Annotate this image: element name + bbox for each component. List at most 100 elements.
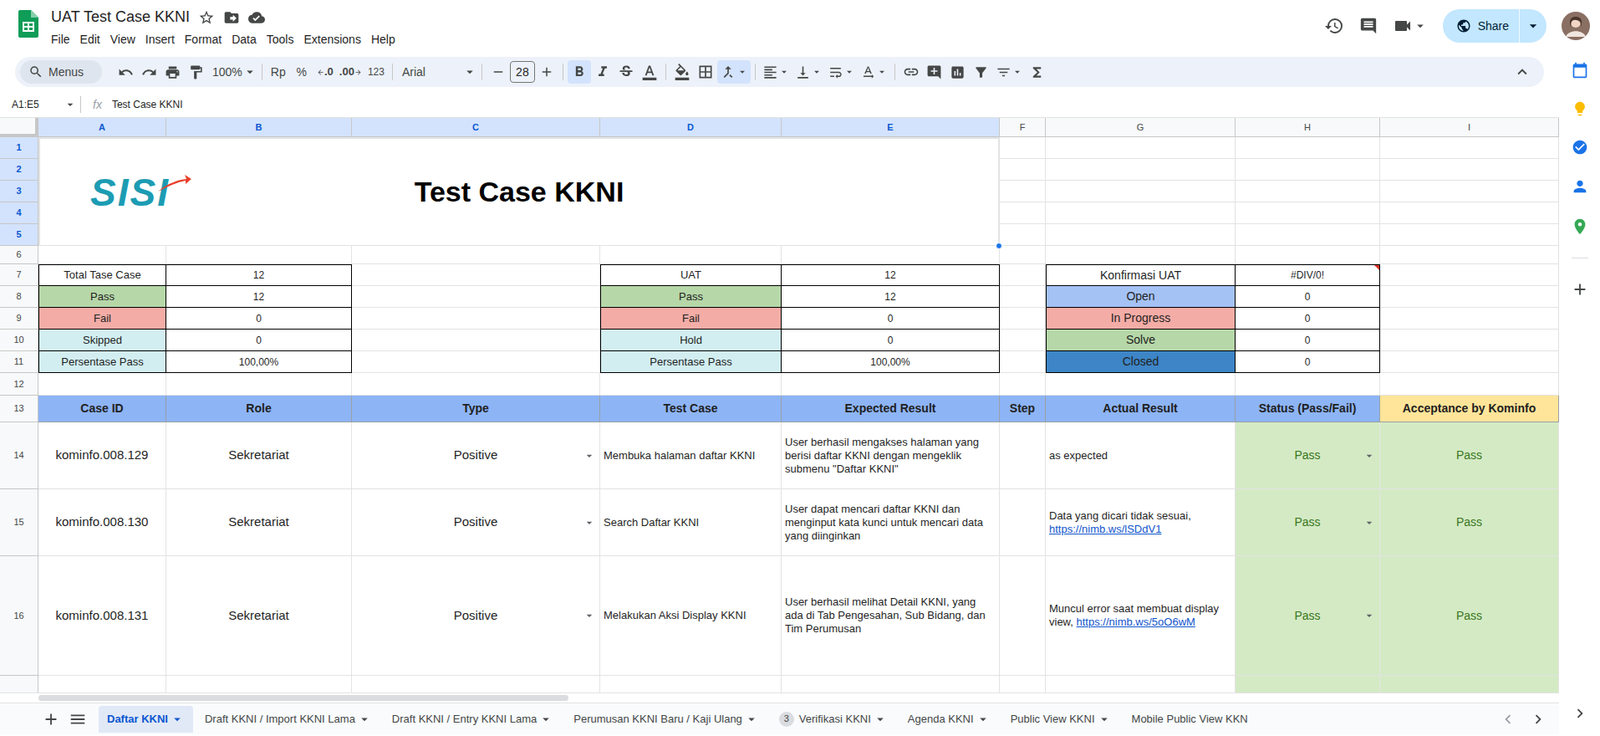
table-header-cell[interactable]: Acceptance by Kominfo xyxy=(1380,395,1560,423)
error-indicator-icon[interactable] xyxy=(1374,264,1380,271)
cell[interactable] xyxy=(1380,224,1560,246)
cell[interactable] xyxy=(1380,307,1560,330)
cell[interactable] xyxy=(1380,285,1560,308)
cell[interactable] xyxy=(1380,245,1560,265)
actual-result-cell[interactable]: Muncul error saat membuat display view, … xyxy=(1045,555,1236,676)
add-sheet-icon[interactable] xyxy=(41,709,61,729)
add-addon-icon[interactable] xyxy=(1570,280,1590,299)
column-header[interactable]: F xyxy=(999,117,1046,138)
case-id-cell[interactable]: kominfo.008.131 xyxy=(38,555,167,676)
expected-result-cell[interactable]: User berhasil mengakses halaman yang ber… xyxy=(781,422,1000,490)
summary-value[interactable]: 0 xyxy=(1235,351,1381,373)
cell[interactable] xyxy=(166,675,352,693)
row-number[interactable]: 7 xyxy=(0,264,39,286)
step-cell[interactable] xyxy=(999,422,1046,490)
summary-value[interactable]: 0 xyxy=(781,307,1000,330)
sheets-logo-icon[interactable] xyxy=(18,10,39,38)
row-number[interactable]: 12 xyxy=(0,372,39,396)
wrap-button[interactable] xyxy=(825,60,858,84)
font-size-input[interactable]: 28 xyxy=(509,61,536,83)
cell[interactable] xyxy=(351,329,601,352)
dropdown-icon[interactable] xyxy=(1096,711,1112,727)
avatar-icon[interactable] xyxy=(1561,11,1590,41)
summary-value[interactable]: 0 xyxy=(166,307,352,330)
merge-button[interactable] xyxy=(717,60,751,84)
link-button[interactable] xyxy=(899,60,923,84)
cloud-saved-icon[interactable] xyxy=(248,9,265,26)
cell[interactable] xyxy=(999,675,1046,693)
role-cell[interactable]: Sekretariat xyxy=(166,489,352,556)
evidence-link[interactable]: https://nimb.ws/5oO6wM xyxy=(1076,615,1196,628)
summary-value[interactable]: 12 xyxy=(781,285,1000,308)
cell[interactable] xyxy=(999,202,1046,225)
cell[interactable] xyxy=(351,675,601,693)
status-cell[interactable]: Pass xyxy=(1235,555,1381,676)
summary-label[interactable]: Skipped xyxy=(38,329,167,352)
table-header-cell[interactable]: Step xyxy=(999,395,1046,423)
zoom-select[interactable]: 100% xyxy=(212,63,258,82)
dropdown-icon[interactable] xyxy=(582,515,597,530)
cell[interactable] xyxy=(999,372,1046,396)
currency-button[interactable]: Rp xyxy=(266,60,291,84)
scrollbar-thumb[interactable] xyxy=(38,694,569,701)
row-number[interactable]: 16 xyxy=(0,555,39,676)
print-button[interactable] xyxy=(160,60,184,84)
keep-icon[interactable] xyxy=(1571,100,1589,118)
summary-value[interactable]: 12 xyxy=(781,264,1000,286)
rotate-button[interactable] xyxy=(857,60,891,84)
row-number[interactable]: 13 xyxy=(0,395,39,423)
increase-font-size-button[interactable] xyxy=(535,60,559,84)
acceptance-cell[interactable]: Pass xyxy=(1380,555,1560,676)
summary-label[interactable]: Open xyxy=(1045,285,1236,308)
summary-label[interactable]: Persentase Pass xyxy=(600,351,782,373)
cell[interactable] xyxy=(1380,180,1560,203)
summary-label[interactable]: Fail xyxy=(38,307,167,330)
cell[interactable] xyxy=(1380,264,1560,286)
dropdown-icon[interactable] xyxy=(1362,515,1376,530)
summary-label[interactable]: Fail xyxy=(600,307,782,330)
vertical-align-button[interactable] xyxy=(792,60,826,84)
dropdown-icon[interactable] xyxy=(582,448,597,463)
row-number[interactable]: 5 xyxy=(0,224,39,246)
cell[interactable] xyxy=(1380,137,1560,159)
dropdown-icon[interactable] xyxy=(582,608,597,622)
row-number[interactable]: 4 xyxy=(0,202,39,225)
status-cell[interactable]: Pass xyxy=(1235,422,1381,490)
actual-result-cell[interactable]: Data yang dicari tidak sesuai, https://n… xyxy=(1045,489,1236,556)
cell[interactable] xyxy=(1235,137,1381,159)
cell[interactable] xyxy=(1235,245,1381,265)
cell[interactable] xyxy=(1045,137,1236,159)
test-case-cell[interactable]: Melakukan Aksi Display KKNI xyxy=(600,555,782,676)
row-number[interactable]: 8 xyxy=(0,285,39,308)
cell[interactable] xyxy=(1380,158,1560,181)
row-number[interactable] xyxy=(0,675,39,693)
cell[interactable] xyxy=(38,372,167,396)
cell[interactable] xyxy=(1380,351,1560,373)
summary-label[interactable]: Persentase Pass xyxy=(38,351,167,373)
row-number[interactable]: 10 xyxy=(0,329,39,352)
align-button[interactable] xyxy=(759,60,793,84)
move-folder-icon[interactable] xyxy=(223,9,240,26)
increase-decimal-button[interactable]: .00 xyxy=(336,60,365,84)
menu-item[interactable]: Help xyxy=(366,30,401,50)
cell[interactable] xyxy=(38,675,167,693)
expected-result-cell[interactable]: User dapat mencari daftar KKNI dan mengi… xyxy=(781,489,1000,556)
summary-value[interactable]: 12 xyxy=(166,285,352,308)
menu-item[interactable]: Data xyxy=(226,30,262,50)
row-number[interactable]: 2 xyxy=(0,158,39,181)
cell[interactable] xyxy=(781,372,1000,396)
row-number[interactable]: 14 xyxy=(0,422,39,490)
functions-button[interactable] xyxy=(1025,60,1050,84)
cell[interactable] xyxy=(600,675,782,693)
table-header-cell[interactable]: Test Case xyxy=(600,395,782,423)
bold-button[interactable] xyxy=(567,60,592,84)
row-number[interactable]: 11 xyxy=(0,351,39,373)
summary-value[interactable]: 12 xyxy=(166,264,352,286)
cell[interactable] xyxy=(1235,224,1381,246)
table-header-cell[interactable]: Case ID xyxy=(38,395,167,423)
cell[interactable] xyxy=(999,245,1046,265)
status-cell[interactable]: Pass xyxy=(1235,489,1381,556)
summary-label[interactable]: Closed xyxy=(1045,351,1236,373)
dropdown-icon[interactable] xyxy=(872,711,888,727)
cell[interactable] xyxy=(351,351,601,373)
